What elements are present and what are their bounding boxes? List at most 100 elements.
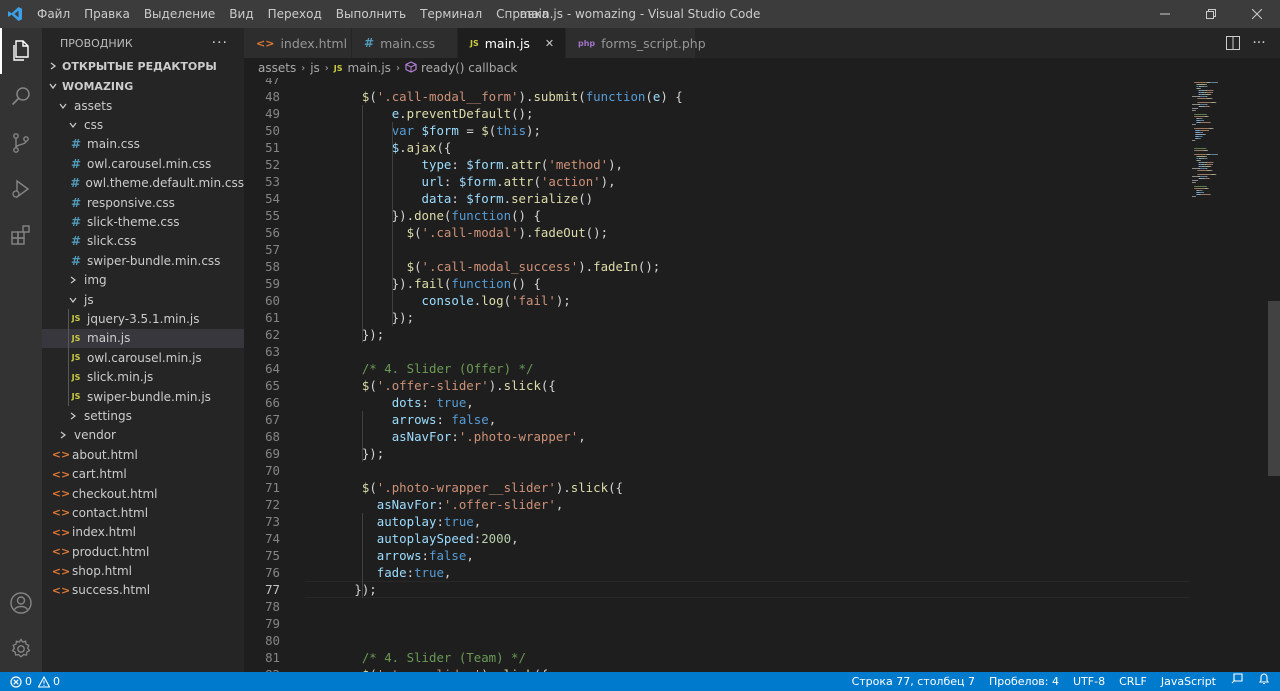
menu-item[interactable]: Выделение [137, 0, 222, 28]
editor-tab[interactable]: php forms_script.php [566, 28, 706, 58]
editor-tab[interactable]: JS main.js ✕ [458, 28, 566, 58]
code-text: asNavFor:'.offer-slider', [376, 497, 564, 512]
file-item[interactable]: <> success.html [42, 581, 244, 600]
editor-tab[interactable]: <> index.html [244, 28, 352, 58]
close-window-button[interactable] [1234, 0, 1280, 28]
explorer-button[interactable] [0, 28, 42, 74]
file-item[interactable]: <> contact.html [42, 503, 244, 522]
feedback-button[interactable] [1223, 672, 1251, 691]
line-number: 81 [265, 650, 280, 665]
close-tab-icon[interactable]: ✕ [544, 37, 555, 50]
extensions-button[interactable] [0, 212, 42, 258]
file-item[interactable]: <> index.html [42, 523, 244, 542]
indentation[interactable]: Пробелов: 4 [982, 672, 1066, 691]
breadcrumb-item[interactable]: assets [258, 61, 296, 75]
menu-item[interactable]: Терминал [413, 0, 489, 28]
line-number: 48 [265, 89, 280, 104]
source-control-button[interactable] [0, 120, 42, 166]
file-item[interactable]: <> shop.html [42, 561, 244, 580]
folder-item[interactable]: vendor [42, 426, 244, 445]
file-item[interactable]: # slick.css [42, 232, 244, 251]
tree-item-label: owl.theme.default.min.css [85, 176, 244, 191]
restore-button[interactable] [1188, 0, 1234, 28]
file-item[interactable]: <> cart.html [42, 464, 244, 483]
notifications-button[interactable] [1251, 672, 1280, 691]
file-item[interactable]: <> checkout.html [42, 484, 244, 503]
problems-status[interactable]: 0 0 [10, 675, 60, 688]
folder-item[interactable]: assets [42, 96, 244, 115]
css-file-icon: # [70, 156, 82, 171]
file-item[interactable]: JS slick.min.js [42, 367, 244, 386]
line-number: 57 [265, 242, 280, 257]
folder-item[interactable]: settings [42, 406, 244, 425]
chevron-down-icon [66, 296, 80, 304]
menu-item[interactable]: Справка [489, 0, 556, 28]
language-mode[interactable]: JavaScript [1154, 672, 1223, 691]
error-count: 0 [25, 675, 32, 688]
breadcrumb-item[interactable]: js [310, 61, 320, 75]
folder-item[interactable]: img [42, 271, 244, 290]
search-button[interactable] [0, 74, 42, 120]
project-section[interactable]: WOMAZING [42, 76, 244, 96]
code-line: 69 }); [244, 445, 1280, 462]
breadcrumb-item[interactable]: main.js [348, 61, 391, 75]
manage-button[interactable] [0, 626, 42, 672]
code-line: 53 url: $form.attr('action'), [244, 173, 1280, 190]
file-item[interactable]: JS owl.carousel.min.js [42, 348, 244, 367]
more-actions-icon[interactable]: ··· [212, 35, 228, 51]
code-line: 51 $.ajax({ [244, 139, 1280, 156]
restore-icon [1206, 9, 1216, 19]
file-item[interactable]: JS jquery-3.5.1.min.js [42, 309, 244, 328]
line-number: 63 [265, 344, 280, 359]
file-item[interactable]: JS main.js [42, 328, 244, 349]
file-item[interactable]: # owl.theme.default.min.css [42, 174, 244, 193]
accounts-button[interactable] [0, 580, 42, 626]
open-editors-section[interactable]: ОТКРЫТЫЕ РЕДАКТОРЫ [42, 56, 244, 76]
code-line: 73 autoplay:true, [244, 513, 1280, 530]
file-item[interactable]: # responsive.css [42, 193, 244, 212]
end-of-line[interactable]: CRLF [1112, 672, 1154, 691]
chevron-right-icon [66, 412, 80, 420]
menu-item[interactable]: Выполнить [329, 0, 413, 28]
menu-item[interactable]: Вид [222, 0, 260, 28]
menu-item[interactable]: Файл [30, 0, 77, 28]
minimize-icon [1160, 13, 1170, 15]
cursor-position[interactable]: Строка 77, столбец 7 [845, 672, 982, 691]
split-editor-icon [1226, 36, 1240, 50]
run-debug-button[interactable] [0, 166, 42, 212]
breadcrumb-item[interactable]: ready() callback [421, 61, 517, 75]
file-item[interactable]: # main.css [42, 135, 244, 154]
code-line: 54 data: $form.serialize() [244, 190, 1280, 207]
file-item[interactable]: JS swiper-bundle.min.js [42, 387, 244, 406]
code-editor[interactable]: 47 48 $('.call-modal__form').submit(funct… [244, 78, 1280, 672]
file-item[interactable]: <> product.html [42, 542, 244, 561]
file-item[interactable]: <> about.html [42, 445, 244, 464]
code-line: 48 $('.call-modal__form').submit(functio… [244, 88, 1280, 105]
code-line: 61 }); [244, 309, 1280, 326]
code-text: }); [332, 446, 385, 461]
editor-tab[interactable]: # main.css [352, 28, 458, 58]
code-text: }).done(function() { [332, 208, 541, 223]
menu-item[interactable]: Переход [261, 0, 329, 28]
file-item[interactable]: # slick-theme.css [42, 212, 244, 231]
file-item[interactable]: # owl.carousel.min.css [42, 154, 244, 173]
css-file-icon: # [70, 137, 82, 152]
file-item[interactable]: # swiper-bundle.min.css [42, 251, 244, 270]
indent-guide [361, 105, 363, 343]
menu-item[interactable]: Правка [77, 0, 137, 28]
tree-item-label: slick-theme.css [87, 215, 180, 230]
tree-item-label: about.html [72, 447, 138, 462]
code-text: arrows:false, [376, 548, 474, 563]
more-editor-actions-button[interactable]: ··· [1246, 28, 1272, 58]
explorer-header: ПРОВОДНИК ··· [42, 28, 244, 58]
encoding[interactable]: UTF-8 [1066, 672, 1112, 691]
folder-item[interactable]: js [42, 290, 244, 309]
code-text: $('.call-modal__form').submit(function(e… [361, 89, 683, 104]
line-number: 77 [265, 582, 280, 597]
minimize-button[interactable] [1142, 0, 1188, 28]
tree-item-label: slick.css [87, 234, 137, 249]
folder-item[interactable]: css [42, 115, 244, 134]
code-line: 58 $('.call-modal_success').fadeIn(); [244, 258, 1280, 275]
js-file-icon: JS [71, 353, 81, 363]
split-editor-button[interactable] [1220, 28, 1246, 58]
